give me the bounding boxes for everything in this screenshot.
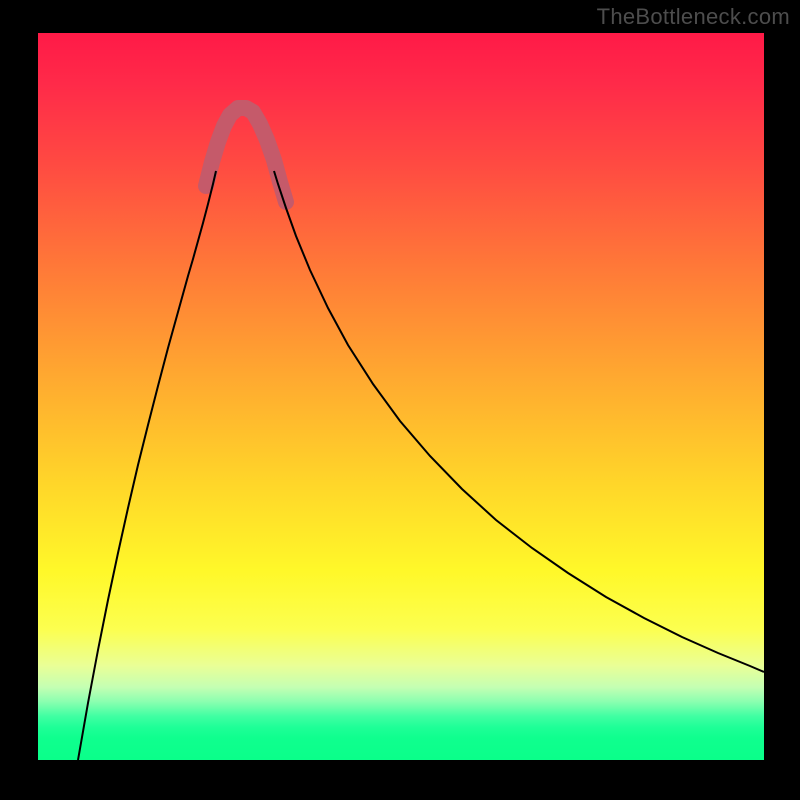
good-range-marker [206,108,286,202]
curve-layer [38,33,764,760]
watermark-text: TheBottleneck.com [597,4,790,30]
bottleneck-curve-right [274,171,764,672]
bottleneck-curve-left [78,171,216,760]
chart-frame: TheBottleneck.com [0,0,800,800]
plot-area [38,33,764,760]
